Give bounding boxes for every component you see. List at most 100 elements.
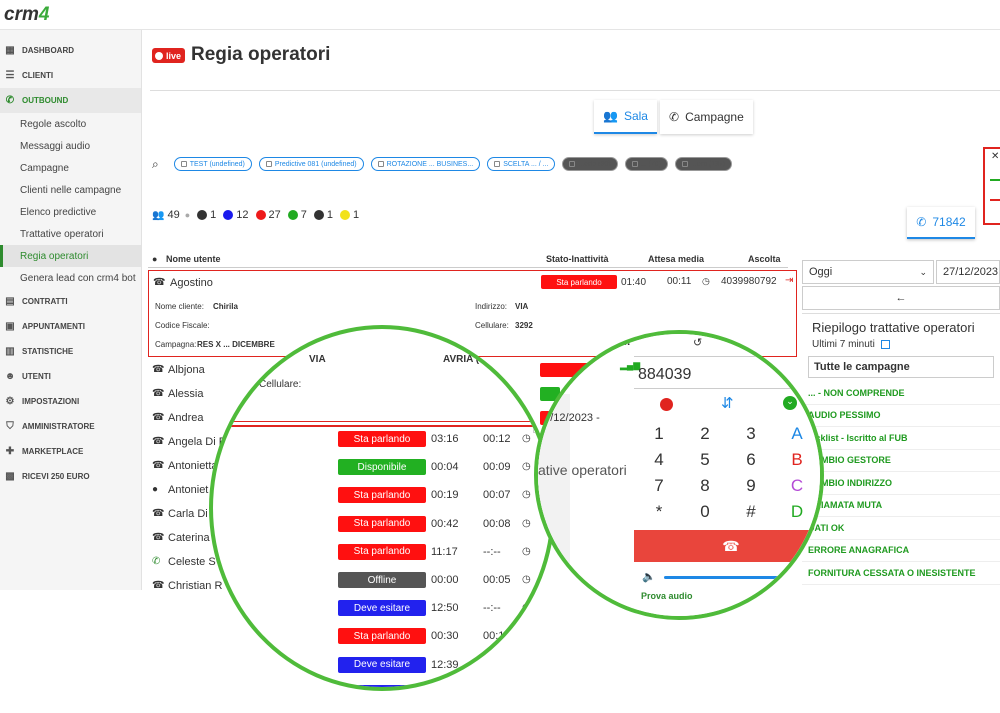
keypad-key[interactable]: 9 [736, 476, 766, 496]
zoom-operator-row[interactable]: Deve esitare 12:50 --:-- ◷ [213, 594, 551, 622]
tab-sala[interactable]: 👥 Sala [594, 100, 657, 134]
keypad-key[interactable]: 2 [690, 424, 720, 444]
outcome-item[interactable]: ERRORE ANAGRAFICA [802, 540, 1000, 562]
keypad-key[interactable]: 1 [644, 424, 674, 444]
sidebar: ▦ DASHBOARD ☰ CLIENTI ✆ OUTBOUND Regole asc… [0, 30, 142, 590]
chevron-down-icon[interactable]: ⌄ [783, 396, 797, 410]
nav-clienti[interactable]: ☰ CLIENTI [0, 63, 141, 88]
keypad-key[interactable]: B [782, 450, 812, 470]
phone-in-icon: ✆ [152, 556, 161, 567]
dialed-number[interactable]: 884039 [638, 366, 691, 384]
nav-sub-clienti-campagne[interactable]: Clienti nelle campagne [0, 179, 141, 201]
nav-sub-regia-operatori[interactable]: Regia operatori [0, 245, 141, 267]
keypad-key[interactable]: A [782, 424, 812, 444]
campaign-select[interactable]: Tutte le campagne [808, 356, 994, 378]
keypad-key[interactable]: 7 [644, 476, 674, 496]
nav-appuntamenti[interactable]: ▣ APPUNTAMENTI [0, 314, 141, 339]
status-badge: Deve esitare [338, 656, 426, 673]
campaign-chip[interactable]: ROTAZIONE ... BUSINES... [370, 157, 481, 171]
nav-contratti[interactable]: ▤ CONTRATTI [0, 289, 141, 314]
last-minutes-row[interactable]: Ultimi 7 minuti [802, 337, 1000, 352]
campaign-chip[interactable]: Predictive 081 (undefined) [258, 157, 364, 171]
nav-sub-regole-ascolto[interactable]: Regole ascolto [0, 113, 141, 135]
back-button[interactable]: ← [802, 286, 1000, 310]
outcome-item[interactable]: CHIAMATA MUTA [802, 495, 1000, 517]
keypad-key[interactable]: C [782, 476, 812, 496]
transfer-icon[interactable]: ⇵ [721, 394, 734, 412]
hangup-button[interactable]: ☎ [634, 530, 820, 562]
app-logo[interactable]: crm4 [4, 4, 49, 26]
checkbox-icon [569, 161, 576, 167]
record-button[interactable] [660, 398, 673, 411]
checkbox-icon [880, 340, 890, 349]
group-chip[interactable]: ...era (137) [674, 157, 733, 171]
keypad-key[interactable]: * [644, 502, 674, 522]
zoom-operator-row[interactable]: Deve esitare ◷ [213, 679, 551, 687]
keypad-key[interactable]: 5 [690, 450, 720, 470]
nav-sub-trattative-operatori[interactable]: Trattative operatori [0, 223, 141, 245]
status-dot [223, 210, 234, 220]
nav-sub-campagne[interactable]: Campagne [0, 157, 141, 179]
operator-icon: ☎ [152, 580, 165, 590]
nav-utenti[interactable]: ☻ UTENTI [0, 364, 141, 389]
nav-marketplace[interactable]: ✚ MARKETPLACE [0, 439, 141, 464]
nav-statistiche[interactable]: ▥ STATISTICHE [0, 339, 141, 364]
side-popup[interactable]: ✕ [983, 147, 1000, 225]
keypad-key[interactable]: 4 [644, 450, 674, 470]
inactivity-time: 00:04 [431, 461, 459, 474]
tab-campagne[interactable]: ✆ Campagne [660, 100, 753, 134]
date-field[interactable]: 27/12/2023 [936, 260, 1000, 284]
zoom-operator-row[interactable]: Sta parlando 11:17 --:-- ◷ [213, 538, 551, 566]
zoom-operator-row[interactable]: Offline 00:00 00:05 ◷ [213, 566, 551, 594]
zoom-operator-row[interactable]: Sta parlando 00:42 00:08 ◷ [213, 510, 551, 538]
outcome-item[interactable]: FORNITURA CESSATA O INESISTENTE [802, 562, 1000, 585]
status-badge: Sta parlando [338, 515, 426, 532]
clock-icon: ◷ [522, 630, 531, 642]
avg-wait: 00:12 [483, 433, 511, 445]
keypad-key[interactable]: 8 [690, 476, 720, 496]
campaign-filter-chips: ⌕ TEST (undefined) Predictive 081 (undef… [152, 156, 733, 172]
keypad-key[interactable]: 6 [736, 450, 766, 470]
calls-counter-button[interactable]: ✆ 71842 [907, 207, 975, 239]
campaign-chip[interactable]: TEST (undefined) [173, 157, 252, 171]
inactivity-time: 12:39 [431, 658, 459, 671]
nav-sub-genera-lead[interactable]: Genera lead con crm4 bot [0, 267, 141, 289]
volume-slider[interactable] [664, 576, 804, 579]
period-select[interactable]: Oggi ⌄ [802, 260, 934, 284]
keypad-key[interactable]: D [782, 502, 812, 522]
prova-audio-link[interactable]: Prova audio [641, 591, 693, 601]
logout-icon[interactable]: ⇥ [785, 275, 793, 286]
keypad-key[interactable]: 3 [736, 424, 766, 444]
status-dot [313, 210, 324, 220]
inactivity-time: 00:19 [431, 489, 459, 502]
nav-sub-messaggi-audio[interactable]: Messaggi audio [0, 135, 141, 157]
zoom-operator-row[interactable]: Sta parlando 03:16 00:12 ◷ [213, 425, 551, 453]
nav-ricevi-250[interactable]: ▩ RICEVI 250 EURO [0, 464, 141, 489]
group-chip[interactable]: ...erta (30) [562, 157, 618, 171]
nav-amministratore[interactable]: ⛉ AMMINISTRATORE [0, 414, 141, 439]
outcome-item[interactable]: DATI OK [802, 517, 1000, 540]
outcome-item[interactable]: ... - NON COMPRENDE [802, 382, 1000, 405]
zoom-operator-row[interactable]: Sta parlando 00:19 00:07 ◷ [213, 481, 551, 509]
outcome-item[interactable]: CAMBIO INDIRIZZO [802, 472, 1000, 495]
status-dot [197, 210, 208, 220]
clock-icon: ◷ [522, 433, 531, 444]
nav-dashboard[interactable]: ▦ DASHBOARD [0, 38, 141, 63]
clock-icon: ◷ [522, 574, 531, 585]
dashboard-icon: ▦ [5, 45, 15, 56]
zoom-operator-row[interactable]: Disponibile 00:04 00:09 ◷ [213, 453, 551, 481]
zoom-operator-row[interactable]: Deve esitare 12:39 ◷ [213, 651, 551, 679]
outcome-item[interactable]: AUDIO PESSIMO [802, 405, 1000, 427]
keypad-key[interactable]: # [736, 502, 766, 522]
outcome-item[interactable]: CAMBIO GESTORE [802, 450, 1000, 472]
nav-outbound[interactable]: ✆ OUTBOUND [0, 88, 141, 113]
keypad-key[interactable]: 0 [690, 502, 720, 522]
zoom-operator-row[interactable]: Sta parlando 00:30 00:11 ◷ [213, 622, 551, 650]
group-chip[interactable]: ... (70) [624, 157, 668, 171]
search-icon[interactable]: ⌕ [152, 157, 159, 172]
nav-sub-elenco-predictive[interactable]: Elenco predictive [0, 201, 141, 223]
avg-wait: 00:11 [483, 630, 510, 643]
nav-impostazioni[interactable]: ⚙ IMPOSTAZIONI [0, 389, 141, 414]
campaign-chip[interactable]: SCELTA ... / ... [487, 157, 556, 171]
outcome-item[interactable]: ...cklist - Iscritto al FUB [802, 427, 1000, 450]
